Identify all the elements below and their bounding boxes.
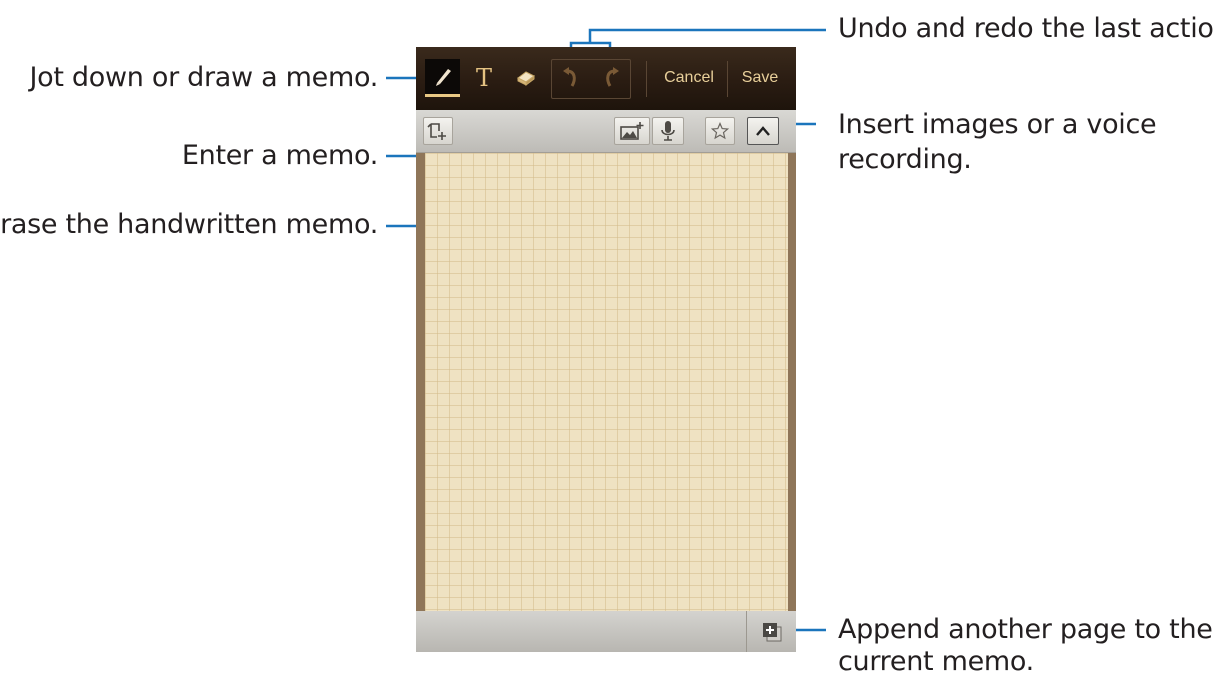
bottom-toolbar	[416, 611, 796, 652]
redo-button[interactable]	[592, 59, 630, 97]
pen-icon	[435, 68, 451, 86]
chevron-up-icon	[756, 126, 770, 136]
callout-append-line2: current memo.	[838, 646, 1034, 677]
redo-icon	[606, 67, 619, 87]
callout-append-line1: Append another page to the	[838, 614, 1213, 645]
text-icon: T	[475, 64, 492, 92]
save-button[interactable]: Save	[731, 59, 789, 97]
memo-screen: T Cancel Save	[416, 47, 796, 652]
eraser-button[interactable]	[506, 59, 546, 97]
callout-insert-line1: Insert images or a voice	[838, 109, 1157, 140]
memo-canvas[interactable]	[425, 153, 788, 611]
voice-record-button[interactable]	[652, 117, 684, 145]
collapse-toolbar-button[interactable]	[747, 117, 779, 145]
eraser-icon	[517, 71, 535, 86]
paper-frame	[416, 153, 796, 611]
star-icon	[711, 122, 729, 140]
callout-undo-redo: Undo and redo the last action.	[838, 13, 1213, 44]
save-label: Save	[741, 69, 779, 86]
insert-toolbar	[416, 110, 796, 153]
undo-button[interactable]	[552, 59, 590, 97]
cancel-label: Cancel	[664, 69, 714, 86]
add-page-button[interactable]	[746, 611, 797, 652]
page-settings-button[interactable]	[423, 117, 453, 145]
cancel-button[interactable]: Cancel	[654, 59, 724, 97]
favorite-button[interactable]	[705, 117, 735, 145]
page-settings-icon	[427, 123, 446, 140]
insert-image-button[interactable]	[614, 117, 650, 145]
toolbar-divider	[727, 61, 728, 97]
undo-redo-leader-stem	[588, 28, 826, 43]
callout-text: Enter a memo.	[181, 140, 378, 171]
toolbar-divider	[646, 61, 647, 97]
text-tool-button[interactable]: T	[466, 59, 502, 97]
callout-eraser: Erase the handwritten memo.	[0, 209, 378, 240]
add-page-icon	[763, 622, 782, 641]
microphone-icon	[661, 121, 675, 141]
insert-image-icon	[620, 122, 644, 140]
undo-icon	[563, 67, 576, 87]
top-toolbar: T Cancel Save	[416, 47, 796, 110]
pen-button[interactable]	[425, 59, 460, 97]
callout-pen: Jot down or draw a memo.	[29, 62, 378, 93]
callout-insert-line2: recording.	[838, 144, 972, 175]
